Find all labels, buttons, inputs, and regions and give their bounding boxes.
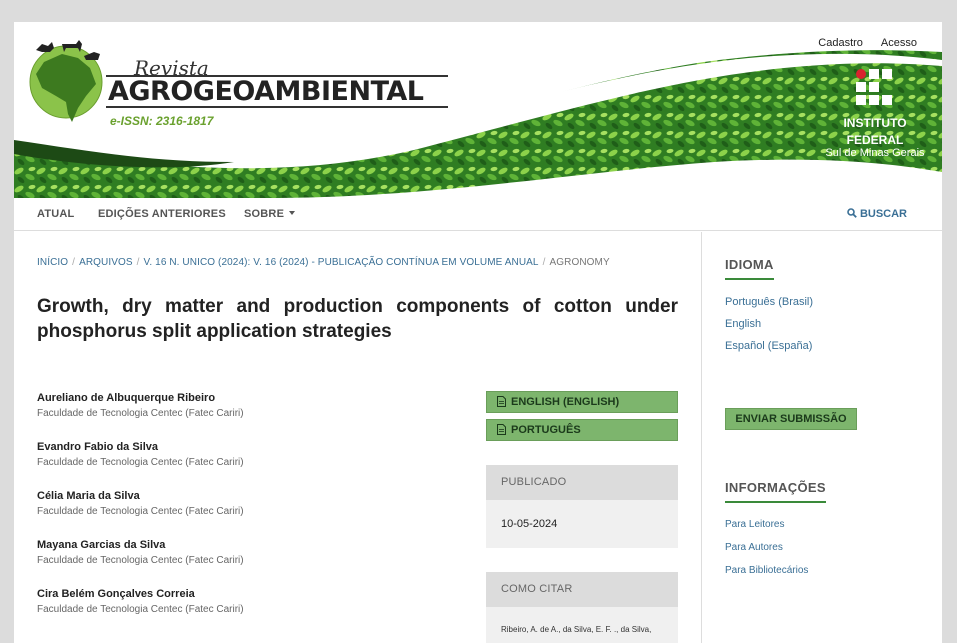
published-panel: PUBLICADO 10-05-2024 [486, 465, 678, 548]
author-name: Evandro Fabio da Silva [37, 441, 159, 453]
main-nav: ATUAL EDIÇÕES ANTERIORES SOBRE BUSCAR [14, 198, 942, 231]
author-item: Mayana Garcias da Silva Faculdade de Tec… [37, 539, 457, 588]
info-title: INFORMAÇÕES [725, 480, 826, 503]
galley-portuguese-label: PORTUGUÊS [511, 424, 581, 436]
author-name: Cira Belém Gonçalves Correia [37, 588, 195, 600]
header-banner [14, 40, 942, 198]
author-item: Célia Maria da Silva Faculdade de Tecnol… [37, 490, 457, 539]
cite-text: Ribeiro, A. de A., da Silva, E. F. ., da… [501, 625, 652, 634]
search-button[interactable]: BUSCAR [847, 208, 907, 220]
language-es[interactable]: Español (España) [725, 340, 813, 352]
galley-portuguese-button[interactable]: PORTUGUÊS [486, 419, 678, 441]
language-en[interactable]: English [725, 318, 813, 330]
cite-label: COMO CITAR [486, 572, 678, 607]
info-librarians[interactable]: Para Bibliotecários [725, 565, 826, 576]
language-list: Português (Brasil) English Español (Espa… [725, 296, 813, 352]
author-name: Aureliano de Albuquerque Ribeiro [37, 392, 216, 404]
author-affiliation: Faculdade de Tecnologia Centec (Fatec Ca… [37, 555, 244, 566]
institute-name-2: FEDERAL [846, 133, 904, 147]
nav-about[interactable]: SOBRE [244, 208, 296, 220]
cite-panel: COMO CITAR Ribeiro, A. de A., da Silva, … [486, 572, 678, 643]
info-authors[interactable]: Para Autores [725, 542, 826, 553]
nav-about-label: SOBRE [244, 208, 285, 220]
institute-campus: Sul de Minas Gerais [825, 147, 925, 159]
author-item: Cira Belém Gonçalves Correia Faculdade d… [37, 588, 457, 637]
breadcrumb-issue[interactable]: V. 16 N. UNICO (2024): V. 16 (2024) - PU… [144, 257, 539, 268]
institute-name-1: INSTITUTO [843, 116, 907, 130]
breadcrumb-home[interactable]: INÍCIO [37, 257, 68, 268]
article-title: Growth, dry matter and production compon… [37, 296, 678, 342]
logo-title: AGROGEOAMBIENTAL [108, 76, 424, 107]
breadcrumb: INÍCIO / ARQUIVOS / V. 16 N. UNICO (2024): V… [37, 257, 610, 268]
galley-english-button[interactable]: ENGLISH (ENGLISH) [486, 391, 678, 413]
search-label: BUSCAR [859, 208, 907, 220]
galley-english-label: ENGLISH (ENGLISH) [511, 396, 620, 408]
author-list: Aureliano de Albuquerque Ribeiro Faculda… [37, 392, 457, 637]
institute-grid-icon [856, 69, 892, 105]
login-link[interactable]: Acesso [881, 37, 917, 49]
published-date: 10-05-2024 [501, 518, 558, 530]
info-readers[interactable]: Para Leitores [725, 519, 826, 530]
author-item: Aureliano de Albuquerque Ribeiro Faculda… [37, 392, 457, 441]
nav-current[interactable]: ATUAL [37, 208, 74, 220]
author-affiliation: Faculdade de Tecnologia Centec (Fatec Ca… [37, 408, 244, 419]
author-affiliation: Faculdade de Tecnologia Centec (Fatec Ca… [37, 506, 244, 517]
pdf-file-icon [497, 424, 506, 435]
main-content: INÍCIO / ARQUIVOS / V. 16 N. UNICO (2024): V… [14, 232, 702, 643]
author-affiliation: Faculdade de Tecnologia Centec (Fatec Ca… [37, 604, 244, 615]
author-item: Evandro Fabio da Silva Faculdade de Tecn… [37, 441, 457, 490]
logo-divider [106, 106, 448, 108]
author-name: Mayana Garcias da Silva [37, 539, 166, 551]
author-affiliation: Faculdade de Tecnologia Centec (Fatec Ca… [37, 457, 244, 468]
info-list: Para Leitores Para Autores Para Bibliote… [725, 519, 826, 576]
submit-button[interactable]: ENVIAR SUBMISSÃO [725, 408, 857, 430]
info-block: INFORMAÇÕES Para Leitores Para Autores P… [725, 479, 826, 576]
language-title: IDIOMA [725, 257, 774, 280]
register-link[interactable]: Cadastro [818, 37, 863, 49]
page: Cadastro Acesso Revista AGROGEOAMBIENTAL… [14, 22, 942, 643]
published-label: PUBLICADO [486, 465, 678, 500]
language-pt-br[interactable]: Português (Brasil) [725, 296, 813, 308]
search-icon [847, 208, 857, 218]
author-name: Célia Maria da Silva [37, 490, 140, 502]
user-nav: Cadastro Acesso [818, 37, 917, 49]
institute-logo: INSTITUTO FEDERAL Sul de Minas Gerais [820, 68, 930, 159]
caret-down-icon [289, 211, 296, 215]
pdf-file-icon [497, 396, 506, 407]
site-header: Cadastro Acesso Revista AGROGEOAMBIENTAL… [14, 22, 942, 198]
language-block: IDIOMA Português (Brasil) English Españo… [725, 256, 813, 352]
logo-issn: e-ISSN: 2316-1817 [110, 114, 214, 128]
nav-archives[interactable]: EDIÇÕES ANTERIORES [98, 208, 226, 220]
breadcrumb-archives[interactable]: ARQUIVOS [79, 257, 133, 268]
breadcrumb-section: AGRONOMY [549, 257, 610, 268]
